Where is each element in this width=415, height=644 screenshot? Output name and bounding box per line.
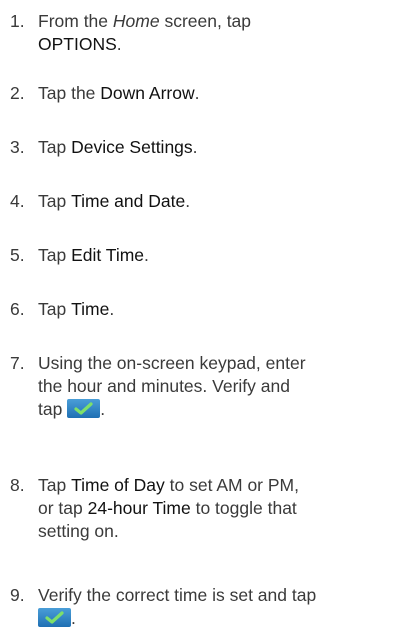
step-text: Tap Edit Time. [38,245,149,265]
step-text: Verify the correct time is set and tap . [38,585,317,628]
24-hour-time-ref: 24-hour Time [87,498,191,518]
step-number: 1. [10,11,25,31]
home-screen-ref: Home [112,11,160,31]
step-text: From the Home screen, tap OPTIONS. [38,11,252,54]
time-ref: Time [71,299,110,319]
step-number: 8. [10,475,25,495]
step-text: Tap Time. [38,299,115,319]
step-number: 3. [10,137,25,157]
instruction-steps: 1. From the Home screen, tap OPTIONS. 2.… [0,0,415,644]
step-number: 7. [10,353,25,373]
step-number: 4. [10,191,25,211]
step-text: Tap Time of Day to set AM or PM, or tap … [38,475,299,541]
down-arrow-ref: Down Arrow [100,83,195,103]
time-and-date-ref: Time and Date [71,191,186,211]
step-number: 5. [10,245,25,265]
step-text: Tap the Down Arrow. [38,83,200,103]
step-text: Tap Device Settings. [38,137,198,157]
step-text: Tap Time and Date. [38,191,191,211]
step-number: 9. [10,585,25,605]
checkmark-icon [38,608,71,628]
checkmark-icon [67,399,101,419]
step-number: 6. [10,299,25,319]
options-ref: OPTIONS [38,34,117,54]
step-number: 2. [10,83,25,103]
device-settings-ref: Device Settings [71,137,193,157]
edit-time-ref: Edit Time [71,245,145,265]
step-text: Using the on-screen keypad, enter the ho… [38,353,306,419]
time-of-day-ref: Time of Day [71,475,165,495]
